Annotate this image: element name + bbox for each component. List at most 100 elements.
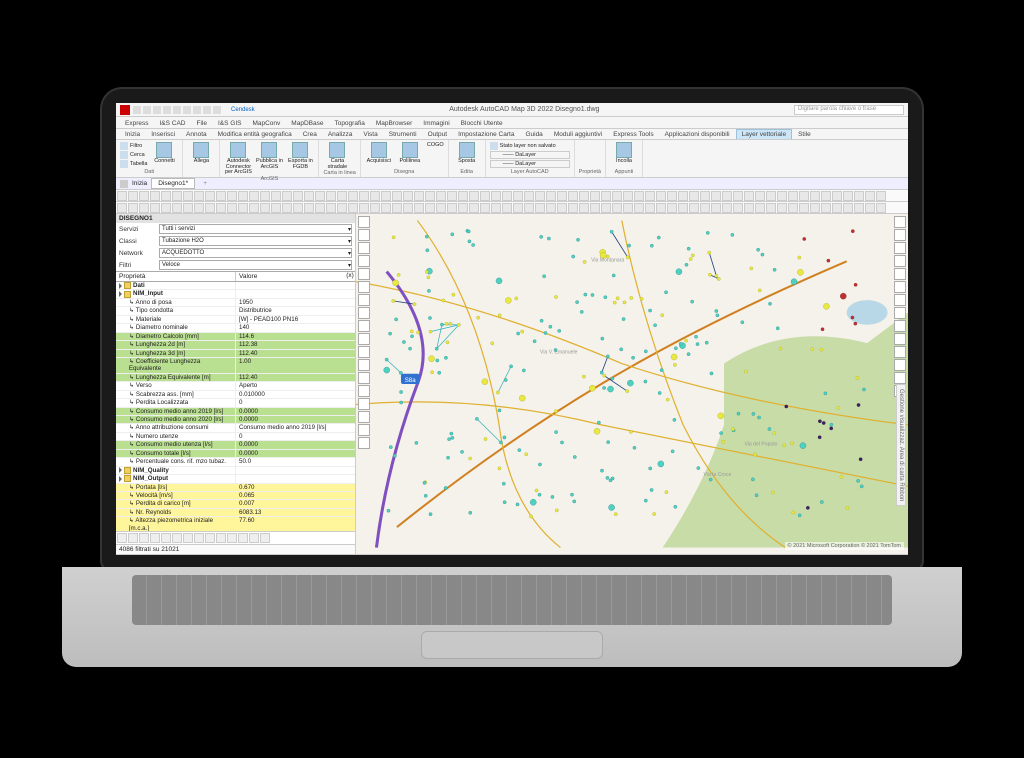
toolbar-icon[interactable] <box>766 191 776 201</box>
toolbar-icon[interactable] <box>205 203 215 213</box>
toolbar-icon[interactable] <box>282 191 292 201</box>
toolbar-icon[interactable] <box>656 203 666 213</box>
property-row[interactable]: ↳ Scabrezza ass. [mm]0.010000 <box>116 391 355 399</box>
filtri-dropdown[interactable]: Veloce ▾ <box>159 260 352 270</box>
toolbar-icon[interactable] <box>469 191 479 201</box>
property-row[interactable]: ↳ Consumo medio anno 2020 [l/s]0.0000 <box>116 416 355 424</box>
toolbar-icon[interactable] <box>403 203 413 213</box>
toolbar-icon[interactable] <box>821 191 831 201</box>
menu-crea[interactable]: Crea <box>298 130 322 139</box>
toolbar-icon[interactable] <box>865 203 875 213</box>
property-row[interactable]: Dati <box>116 282 355 290</box>
search-input[interactable]: Digitare parola chiave o frase <box>794 105 904 115</box>
quick-access-toolbar[interactable] <box>133 106 221 114</box>
toolbar-icon[interactable] <box>546 203 556 213</box>
toolbar-icon[interactable] <box>337 191 347 201</box>
tab-mapbrowser[interactable]: MapBrowser <box>371 119 417 128</box>
ribbon-pubblica-in-arcgis[interactable]: Pubblica in ArcGIS <box>255 142 283 176</box>
menu-express-tools[interactable]: Express Tools <box>608 130 658 139</box>
toolbar-icon[interactable] <box>436 203 446 213</box>
toolbar-icon[interactable] <box>326 203 336 213</box>
map-tool-icon[interactable] <box>358 333 370 345</box>
property-row[interactable]: ↳ Percentuale cons. rif. mzo tubaz.50.0 <box>116 458 355 466</box>
toolbar-icon[interactable] <box>480 203 490 213</box>
map-tool-icon[interactable] <box>894 268 906 280</box>
property-row[interactable]: NIM_Input <box>116 290 355 298</box>
toolbar-icon[interactable] <box>304 203 314 213</box>
menu-impostazione-carta[interactable]: Impostazione Carta <box>453 130 519 139</box>
property-row[interactable]: NIM_Quality <box>116 467 355 475</box>
toolbar-icon[interactable] <box>117 203 127 213</box>
panel-tool-icon[interactable] <box>249 533 259 543</box>
property-row[interactable]: ↳ Lunghezza Equivalente [m]112.40 <box>116 374 355 382</box>
map-tool-icon[interactable] <box>894 359 906 371</box>
map-tool-icon[interactable] <box>358 372 370 384</box>
toolbar-icon[interactable] <box>601 203 611 213</box>
ribbon-allega[interactable]: Allega <box>187 142 215 165</box>
toolbar-icon[interactable] <box>843 191 853 201</box>
toolbar-icon[interactable] <box>612 191 622 201</box>
toolbar-icon[interactable] <box>513 203 523 213</box>
menu-guida[interactable]: Guida <box>520 130 547 139</box>
panel-tool-icon[interactable] <box>227 533 237 543</box>
map-tools-left[interactable] <box>358 216 370 449</box>
tab-i&s-gis[interactable]: I&S GIS <box>213 119 246 128</box>
property-row[interactable]: ↳ Portata [l/s]0.670 <box>116 484 355 492</box>
toolbar-icon[interactable] <box>876 203 886 213</box>
toolbar-icon[interactable] <box>700 203 710 213</box>
toolbar-icon[interactable] <box>227 191 237 201</box>
panel-tool-icon[interactable] <box>260 533 270 543</box>
toolbar-icon[interactable] <box>546 191 556 201</box>
tab-file[interactable]: File <box>192 119 212 128</box>
servizi-dropdown[interactable]: Tutti i servizi ▾ <box>159 224 352 234</box>
property-row[interactable]: ↳ Lunghezza 2d [m]112.38 <box>116 341 355 349</box>
panel-toolstrip[interactable] <box>116 531 355 544</box>
toolbar-icon[interactable] <box>865 191 875 201</box>
toolbar-icon[interactable] <box>348 191 358 201</box>
property-row[interactable]: ↳ Numero utenze0 <box>116 433 355 441</box>
toolbar-icon[interactable] <box>777 191 787 201</box>
toolbar-icon[interactable] <box>711 203 721 213</box>
toolbar-icon[interactable] <box>414 191 424 201</box>
toolbar-icon[interactable] <box>458 203 468 213</box>
toolbar-icon[interactable] <box>348 203 358 213</box>
toolbar-icon[interactable] <box>271 203 281 213</box>
map-viewport[interactable]: Gestione visualizzaz. Area di carta Ribb… <box>356 214 908 554</box>
toolbar-icon[interactable] <box>425 203 435 213</box>
toolbar-icon[interactable] <box>139 191 149 201</box>
toolbar-icon[interactable] <box>623 191 633 201</box>
toolbar-icon[interactable] <box>788 191 798 201</box>
toolbar-icon[interactable] <box>293 191 303 201</box>
property-row[interactable]: ↳ Altezza piezometrica iniziale [m.c.a.]… <box>116 517 355 531</box>
toolbar-icon[interactable] <box>766 203 776 213</box>
toolbar-icon[interactable] <box>502 203 512 213</box>
toolbar-icon[interactable] <box>524 191 534 201</box>
map-tool-icon[interactable] <box>358 359 370 371</box>
toolbar-row-2[interactable] <box>116 202 908 214</box>
map-canvas[interactable]: S8a Via Montanara Via V. Emanuele Via de… <box>356 214 908 554</box>
toolbar-icon[interactable] <box>788 203 798 213</box>
toolbar-icon[interactable] <box>150 191 160 201</box>
toolbar-icon[interactable] <box>634 191 644 201</box>
toolbar-icon[interactable] <box>557 191 567 201</box>
map-tool-icon[interactable] <box>358 229 370 241</box>
map-tool-icon[interactable] <box>894 216 906 228</box>
toolbar-icon[interactable] <box>623 203 633 213</box>
property-row[interactable]: ↳ Tipo condottaDistributrice <box>116 307 355 315</box>
map-tool-icon[interactable] <box>358 320 370 332</box>
network-dropdown[interactable]: ACQUEDOTTO ▾ <box>159 248 352 258</box>
toolbar-icon[interactable] <box>678 191 688 201</box>
toolbar-icon[interactable] <box>722 191 732 201</box>
map-tool-icon[interactable] <box>358 385 370 397</box>
tab-topografia[interactable]: Topografia <box>329 119 369 128</box>
toolbar-icon[interactable] <box>711 191 721 201</box>
property-row[interactable]: ↳ Diametro Calcolo [mm]114.6 <box>116 333 355 341</box>
menu-annota[interactable]: Annota <box>181 130 212 139</box>
menu-inizia[interactable]: Inizia <box>120 130 145 139</box>
toolbar-icon[interactable] <box>579 191 589 201</box>
tab-i&s-cad[interactable]: I&S CAD <box>154 119 190 128</box>
property-row[interactable]: ↳ Consumo medio anno 2019 [l/s]0.0000 <box>116 408 355 416</box>
toolbar-icon[interactable] <box>513 191 523 201</box>
toolbar-icon[interactable] <box>810 203 820 213</box>
map-tool-icon[interactable] <box>358 437 370 449</box>
